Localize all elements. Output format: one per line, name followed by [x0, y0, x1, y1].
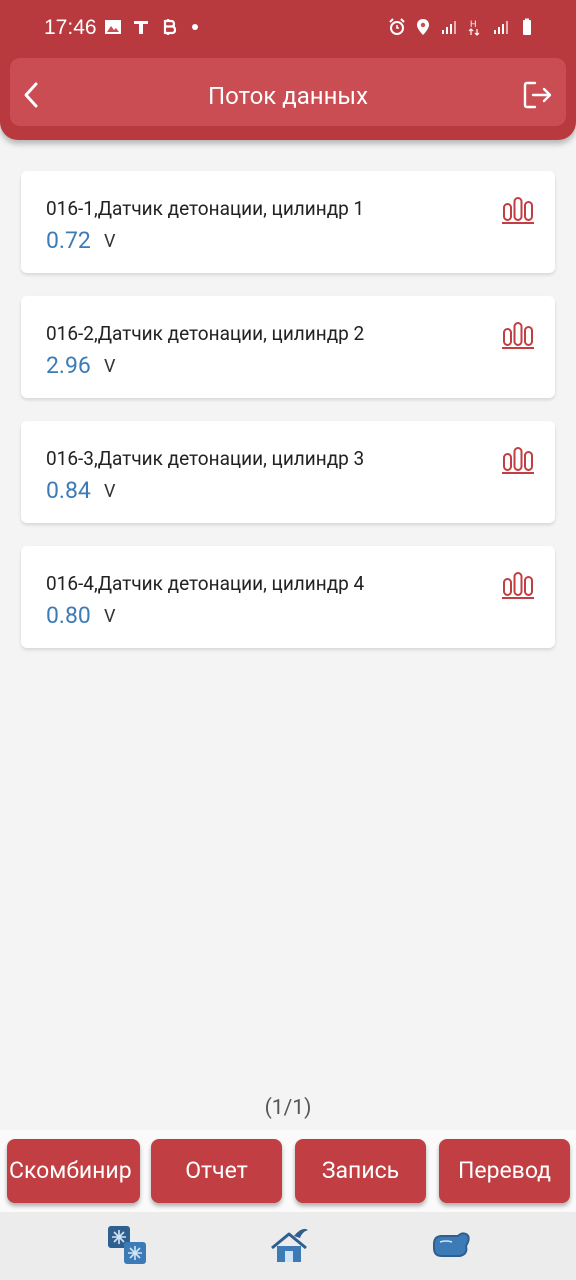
chart-icon[interactable] [501, 320, 535, 350]
data-item-unit: V [104, 231, 116, 252]
data-item-unit: V [104, 481, 116, 502]
data-item-value: 2.96 [46, 352, 91, 379]
report-button[interactable]: Отчет [151, 1139, 282, 1203]
bitcoin-icon [163, 19, 177, 35]
alarm-icon [389, 18, 405, 35]
data-stream-list: 016-1,Датчик детонации, цилиндр 1 0.72 V… [21, 171, 555, 671]
gallery-icon [105, 20, 121, 34]
data-item-name: 016-4,Датчик детонации, цилиндр 4 [46, 572, 365, 595]
status-time: 17:46 [44, 16, 97, 39]
data-item-value: 0.84 [46, 477, 91, 504]
status-notification-icons [104, 18, 198, 36]
data-item[interactable]: 016-2,Датчик детонации, цилиндр 2 2.96 V [21, 296, 555, 398]
data-item-value: 0.80 [46, 602, 91, 629]
location-icon [417, 19, 429, 35]
data-item-name: 016-2,Датчик детонации, цилиндр 2 [46, 322, 365, 345]
data-item[interactable]: 016-4,Датчик детонации, цилиндр 4 0.80 V [21, 546, 555, 648]
translate-button[interactable]: Перевод [439, 1139, 570, 1203]
status-system-icons: H [388, 18, 536, 36]
combine-button[interactable]: Скомбинир [7, 1139, 140, 1203]
t-app-icon [134, 21, 148, 34]
data-item-unit: V [104, 356, 116, 377]
data-item-unit: V [104, 606, 116, 627]
glove-icon[interactable] [428, 1222, 474, 1268]
svg-text:H: H [470, 19, 477, 29]
data-item-name: 016-1,Датчик детонации, цилиндр 1 [46, 197, 365, 220]
data-item-name: 016-3,Датчик детонации, цилиндр 3 [46, 447, 365, 470]
network-h-icon: H [468, 19, 480, 36]
page-indicator: (1/1) [264, 1096, 312, 1120]
data-item-value: 0.72 [46, 227, 91, 254]
exit-button[interactable] [522, 80, 554, 110]
page-title: Поток данных [208, 82, 368, 110]
data-item[interactable]: 016-3,Датчик детонации, цилиндр 3 0.84 V [21, 421, 555, 523]
action-bar: Скомбинир Отчет Запись Перевод [0, 1130, 576, 1212]
bottom-tab-bar [0, 1212, 576, 1280]
data-item[interactable]: 016-1,Датчик детонации, цилиндр 1 0.72 V [21, 171, 555, 273]
record-button[interactable]: Запись [295, 1139, 426, 1203]
chart-icon[interactable] [501, 195, 535, 225]
signal-2-icon [494, 21, 508, 34]
chart-icon[interactable] [501, 570, 535, 600]
status-bar: 17:46 H [0, 0, 576, 58]
chart-icon[interactable] [501, 445, 535, 475]
snowflake-icon[interactable] [104, 1222, 150, 1268]
signal-icon [442, 21, 456, 34]
home-icon[interactable] [266, 1222, 312, 1268]
battery-icon [523, 18, 531, 35]
more-notifications-dot [192, 24, 198, 30]
